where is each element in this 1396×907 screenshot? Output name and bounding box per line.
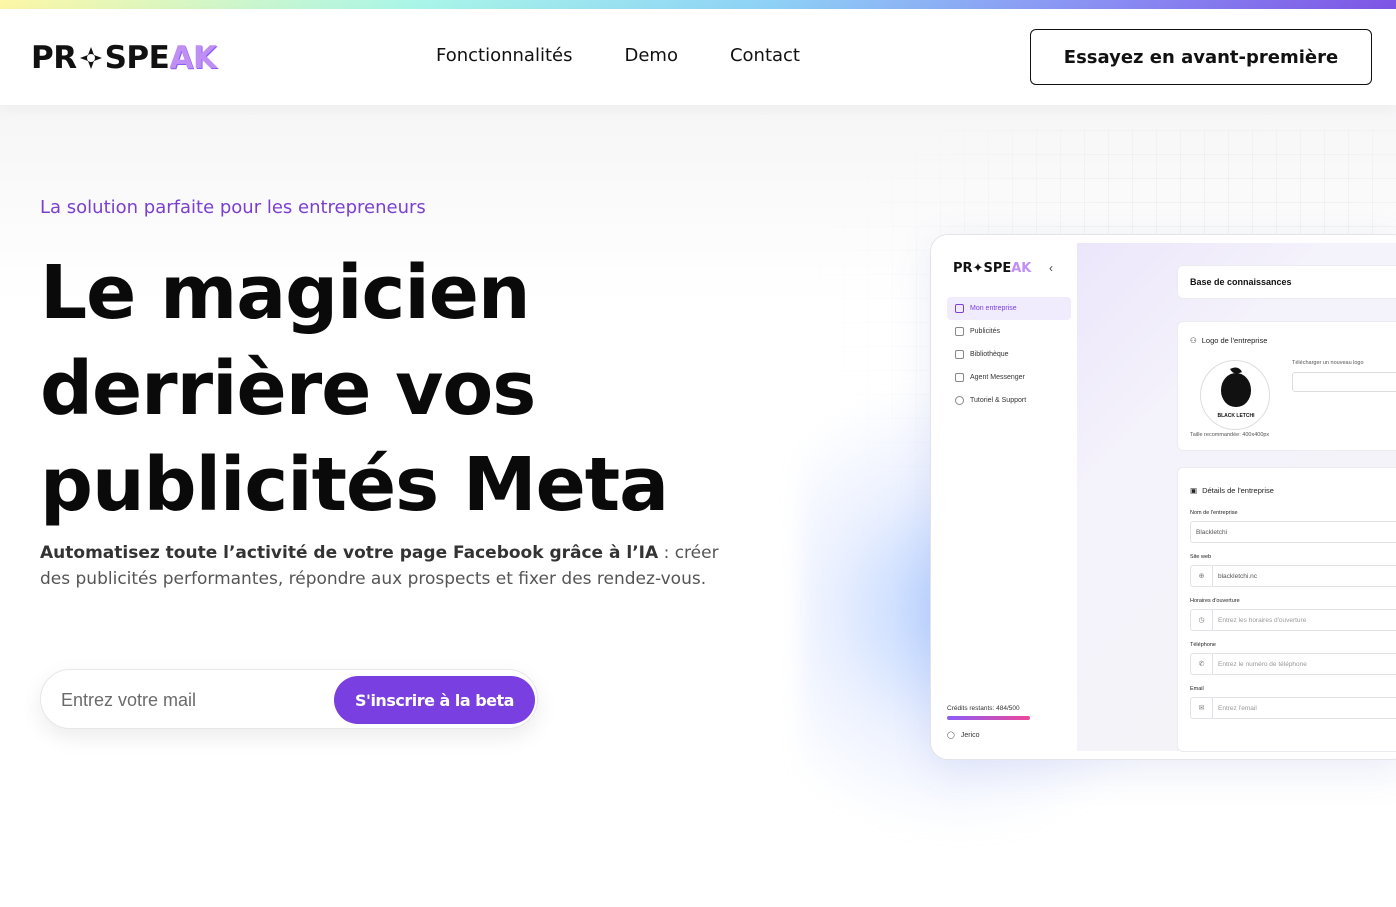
home-icon: [955, 304, 964, 313]
menu-item-agent-messenger[interactable]: Agent Messenger: [947, 366, 1071, 389]
menu-item-publicites[interactable]: Publicités: [947, 320, 1071, 343]
mockup-menu: Mon entreprise Publicités Bibliothèque A…: [947, 297, 1071, 412]
company-name-field[interactable]: Blackletchi: [1190, 521, 1396, 543]
menu-item-mon-entreprise[interactable]: Mon entreprise: [947, 297, 1071, 320]
mockup-logo: PR✦SPEAK: [953, 261, 1032, 276]
user-icon: ◯: [947, 732, 955, 739]
company-logo-text: BLACK LETCHI: [1217, 413, 1255, 419]
email-input[interactable]: [61, 684, 331, 716]
logo-section-heading: ⚇ Logo de l'entreprise: [1190, 336, 1267, 345]
field-placeholder: Entrez le numéro de téléphone: [1218, 660, 1307, 668]
globe-icon: ⊕: [1191, 566, 1213, 586]
hero-title: Le magicien derrière vos publicités Meta: [40, 245, 760, 533]
help-icon: [955, 396, 964, 405]
app-mockup: PR✦SPEAK ‹ Mon entreprise Publicités Bib…: [930, 234, 1396, 760]
nav-contact[interactable]: Contact: [730, 45, 800, 66]
mail-icon: ✉: [1191, 698, 1213, 718]
details-section-title: Détails de l'entreprise: [1202, 486, 1274, 495]
details-section-heading: ▣ Détails de l'entreprise: [1190, 486, 1274, 495]
field-placeholder: Entrez l'email: [1218, 704, 1257, 712]
megaphone-icon: [955, 327, 964, 336]
logo-text-1: PR: [31, 40, 77, 76]
collapse-chevron-icon[interactable]: ‹: [1049, 261, 1053, 275]
gear-icon: [955, 373, 964, 382]
mockup-logo-text-3: AK: [1011, 261, 1032, 276]
user-name: Jerico: [960, 731, 980, 739]
email-field[interactable]: ✉ Entrez l'email: [1190, 697, 1396, 719]
clock-icon: ◷: [1191, 610, 1213, 630]
website-field[interactable]: ⊕ blackletchi.nc: [1190, 565, 1396, 587]
field-label: Site web: [1190, 554, 1212, 560]
upload-logo-input[interactable]: [1292, 372, 1396, 392]
hero-subtitle-bold: Automatisez toute l’activité de votre pa…: [40, 543, 659, 563]
nav-fonctionnalites[interactable]: Fonctionnalités: [436, 45, 572, 66]
mockup-main: Base de connaissances ⚇ Logo de l'entrepr…: [1077, 243, 1396, 752]
details-card: ▣ Détails de l'entreprise Nom de l'entrep…: [1177, 467, 1396, 752]
mockup-sidebar: PR✦SPEAK ‹ Mon entreprise Publicités Bib…: [931, 235, 1077, 759]
credits-text: Crédits restants: 484/500: [947, 705, 1020, 712]
user-profile[interactable]: ◯ Jerico: [947, 731, 980, 740]
phone-field[interactable]: ✆ Entrez le numéro de téléphone: [1190, 653, 1396, 675]
recommended-size: Taille recommandée: 400x400px: [1190, 432, 1270, 438]
library-icon: [955, 350, 964, 359]
try-preview-button[interactable]: Essayez en avant-première: [1030, 29, 1372, 85]
building-icon: ▣: [1190, 486, 1198, 495]
credits-progress-bar: [947, 716, 1030, 720]
field-value: Blackletchi: [1196, 528, 1228, 536]
logo-star-icon: [77, 44, 105, 72]
hours-field[interactable]: ◷ Entrez les horaires d'ouverture: [1190, 609, 1396, 631]
field-value: blackletchi.nc: [1218, 572, 1258, 580]
hero-subtitle: Automatisez toute l’activité de votre pa…: [40, 540, 720, 592]
menu-label: Bibliothèque: [970, 351, 1009, 358]
user-icon: ⚇: [1190, 336, 1197, 345]
site-header: PR SPE AK Fonctionnalités Demo Contact E…: [0, 9, 1396, 105]
signup-beta-button[interactable]: S'inscrire à la beta: [334, 676, 535, 724]
menu-label: Mon entreprise: [970, 305, 1017, 312]
nav-demo[interactable]: Demo: [624, 45, 677, 66]
gradient-top-strip: [0, 0, 1396, 9]
field-label: Email: [1190, 686, 1204, 692]
company-logo-image: BLACK LETCHI: [1200, 360, 1270, 430]
hero-title-line: publicités Meta: [40, 442, 669, 528]
main-nav: Fonctionnalités Demo Contact: [436, 45, 800, 66]
logo-section-title: Logo de l'entreprise: [1201, 336, 1268, 345]
phone-icon: ✆: [1191, 654, 1213, 674]
field-label: Téléphone: [1190, 642, 1216, 648]
hero-title-line: derrière vos: [40, 346, 536, 432]
menu-item-bibliotheque[interactable]: Bibliothèque: [947, 343, 1071, 366]
mockup-logo-text-2: SPE: [983, 261, 1012, 276]
upload-label: Télécharger un nouveau logo: [1292, 360, 1364, 366]
prospeak-logo[interactable]: PR SPE AK: [31, 38, 217, 78]
field-label: Nom de l'entreprise: [1190, 510, 1238, 516]
signup-form: S'inscrire à la beta: [40, 669, 538, 729]
menu-label: Publicités: [970, 328, 1000, 335]
fruit-icon: [1221, 373, 1251, 407]
logo-text-2: SPE: [104, 40, 170, 76]
menu-label: Tutoriel & Support: [970, 397, 1027, 404]
mockup-logo-text-1: PR: [953, 261, 973, 276]
kb-title-card: Base de connaissances: [1177, 265, 1396, 299]
field-placeholder: Entrez les horaires d'ouverture: [1218, 616, 1307, 624]
logo-card: ⚇ Logo de l'entreprise BLACK LETCHI Téléc…: [1177, 321, 1396, 451]
hero-eyebrow: La solution parfaite pour les entreprene…: [40, 197, 426, 218]
hero-title-line: Le magicien: [40, 250, 531, 336]
menu-label: Agent Messenger: [970, 374, 1025, 381]
logo-text-3: AK: [169, 40, 217, 76]
field-label: Horaires d'ouverture: [1190, 598, 1240, 604]
menu-item-tutoriel[interactable]: Tutoriel & Support: [947, 389, 1071, 412]
